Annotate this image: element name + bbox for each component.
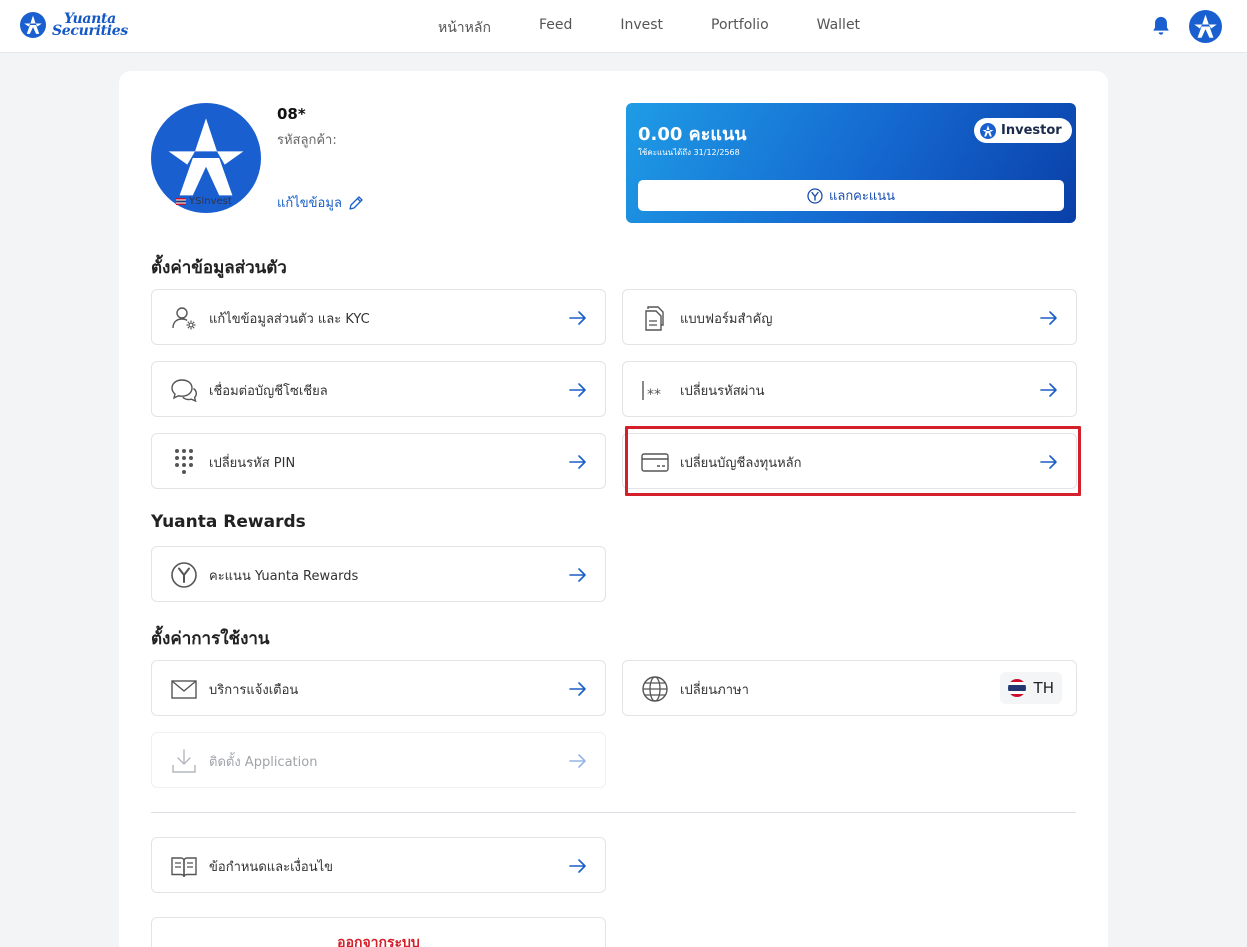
user-avatar-icon[interactable] bbox=[1189, 10, 1222, 43]
arrow-right-icon bbox=[569, 310, 587, 326]
nav-wallet[interactable]: Wallet bbox=[817, 17, 860, 39]
nav-feed[interactable]: Feed bbox=[539, 17, 572, 39]
user-gear-icon bbox=[172, 307, 196, 330]
top-navigation-bar: Yuanta Securities หน้าหลัก Feed Invest P… bbox=[0, 0, 1247, 53]
item-label: แบบฟอร์มสำคัญ bbox=[680, 312, 773, 327]
nav-invest[interactable]: Invest bbox=[620, 17, 663, 39]
account-id: 08* bbox=[277, 105, 306, 123]
settings-card: YSinvest 08* รหัสลูกค้า: แก้ไขข้อมูล 0.0… bbox=[119, 71, 1108, 947]
arrow-right-icon bbox=[569, 681, 587, 697]
points-value: 0.00 คะแนน bbox=[638, 124, 747, 145]
arrow-right-icon bbox=[569, 753, 587, 769]
book-icon bbox=[171, 857, 197, 878]
envelope-icon bbox=[171, 680, 197, 699]
item-label: เปลี่ยนรหัสผ่าน bbox=[680, 384, 765, 399]
logout-label: ออกจากระบบ bbox=[337, 935, 420, 947]
install-application-item[interactable]: ติดตั้ง Application bbox=[151, 732, 606, 788]
edit-profile-label: แก้ไขข้อมูล bbox=[277, 196, 342, 211]
main-nav: หน้าหลัก Feed Invest Portfolio Wallet bbox=[438, 17, 908, 39]
nav-portfolio[interactable]: Portfolio bbox=[711, 17, 769, 39]
item-label: เปลี่ยนภาษา bbox=[680, 683, 749, 698]
yuanta-y-coin-icon bbox=[171, 562, 197, 588]
notification-bell-icon[interactable] bbox=[1150, 15, 1172, 37]
customer-code-label: รหัสลูกค้า: bbox=[277, 133, 337, 148]
item-label: คะแนน Yuanta Rewards bbox=[209, 569, 359, 584]
thai-flag-icon bbox=[1007, 679, 1026, 697]
notification-service-item[interactable]: บริการแจ้งเตือน bbox=[151, 660, 606, 716]
section-usage-settings: ตั้งค่าการใช้งาน bbox=[151, 629, 270, 649]
points-expiry: ใช้คะแนนได้ถึง 31/12/2568 bbox=[638, 148, 740, 157]
download-icon bbox=[172, 749, 196, 773]
yuanta-y-icon bbox=[807, 187, 823, 204]
yuanta-logo[interactable]: Yuanta Securities bbox=[20, 12, 128, 38]
redeem-label: แลกคะแนน bbox=[828, 189, 896, 204]
edit-profile-link[interactable]: แก้ไขข้อมูล bbox=[277, 192, 364, 213]
item-label: เชื่อมต่อบัญชีโซเชียล bbox=[209, 384, 328, 399]
thai-flag-icon bbox=[176, 198, 186, 205]
logout-button[interactable]: ออกจากระบบ bbox=[151, 917, 606, 947]
change-main-investment-account-item[interactable]: เปลี่ยนบัญชีลงทุนหลัก bbox=[622, 433, 1077, 489]
arrow-right-icon bbox=[1040, 310, 1058, 326]
keypad-icon bbox=[175, 449, 193, 474]
yuanta-rewards-points-item[interactable]: คะแนน Yuanta Rewards bbox=[151, 546, 606, 602]
section-personal-settings: ตั้งค่าข้อมูลส่วนตัว bbox=[151, 258, 287, 278]
pencil-icon bbox=[349, 195, 363, 210]
connect-social-account-item[interactable]: เชื่อมต่อบัญชีโซเชียล bbox=[151, 361, 606, 417]
section-yuanta-rewards: Yuanta Rewards bbox=[151, 512, 306, 532]
nav-home[interactable]: หน้าหลัก bbox=[438, 17, 491, 39]
svg-text:**: ** bbox=[647, 387, 661, 403]
logo-text: Yuanta Securities bbox=[52, 12, 128, 39]
item-label: ติดตั้ง Application bbox=[209, 755, 318, 770]
ysinvest-badge: YSinvest bbox=[176, 196, 232, 207]
item-label: เปลี่ยนบัญชีลงทุนหลัก bbox=[680, 456, 802, 471]
important-forms-item[interactable]: แบบฟอร์มสำคัญ bbox=[622, 289, 1077, 345]
globe-icon bbox=[642, 676, 668, 702]
yuanta-tier-icon bbox=[980, 123, 996, 139]
ysinvest-label: YSinvest bbox=[189, 196, 232, 207]
change-language-item[interactable]: เปลี่ยนภาษา TH bbox=[622, 660, 1077, 716]
arrow-right-icon bbox=[569, 454, 587, 470]
item-label: เปลี่ยนรหัส PIN bbox=[209, 456, 296, 471]
language-selector[interactable]: TH bbox=[999, 672, 1062, 704]
documents-icon bbox=[645, 306, 664, 331]
arrow-right-icon bbox=[1040, 454, 1058, 470]
item-label: บริการแจ้งเตือน bbox=[209, 683, 299, 698]
language-value: TH bbox=[1033, 679, 1054, 697]
terms-and-conditions-item[interactable]: ข้อกำหนดและเงื่อนไข bbox=[151, 837, 606, 893]
item-label: ข้อกำหนดและเงื่อนไข bbox=[209, 860, 334, 875]
bank-card-icon bbox=[641, 453, 669, 472]
password-icon: ** bbox=[642, 381, 661, 403]
arrow-right-icon bbox=[569, 858, 587, 874]
edit-personal-info-kyc-item[interactable]: แก้ไขข้อมูลส่วนตัว และ KYC bbox=[151, 289, 606, 345]
change-password-item[interactable]: ** เปลี่ยนรหัสผ่าน bbox=[622, 361, 1077, 417]
rewards-points-card: 0.00 คะแนน ใช้คะแนนได้ถึง 31/12/2568 Inv… bbox=[626, 103, 1076, 223]
divider bbox=[151, 812, 1076, 813]
arrow-right-icon bbox=[569, 382, 587, 398]
arrow-right-icon bbox=[569, 567, 587, 583]
redeem-points-button[interactable]: แลกคะแนน bbox=[638, 180, 1064, 211]
logo-line-2: Securities bbox=[52, 23, 128, 39]
chat-bubbles-icon bbox=[171, 379, 198, 403]
tier-label: Investor bbox=[1001, 123, 1062, 138]
change-pin-item[interactable]: เปลี่ยนรหัส PIN bbox=[151, 433, 606, 489]
item-label: แก้ไขข้อมูลส่วนตัว และ KYC bbox=[209, 312, 370, 327]
yuanta-logo-icon bbox=[20, 12, 46, 38]
tier-badge: Investor bbox=[974, 118, 1072, 143]
arrow-right-icon bbox=[1040, 382, 1058, 398]
